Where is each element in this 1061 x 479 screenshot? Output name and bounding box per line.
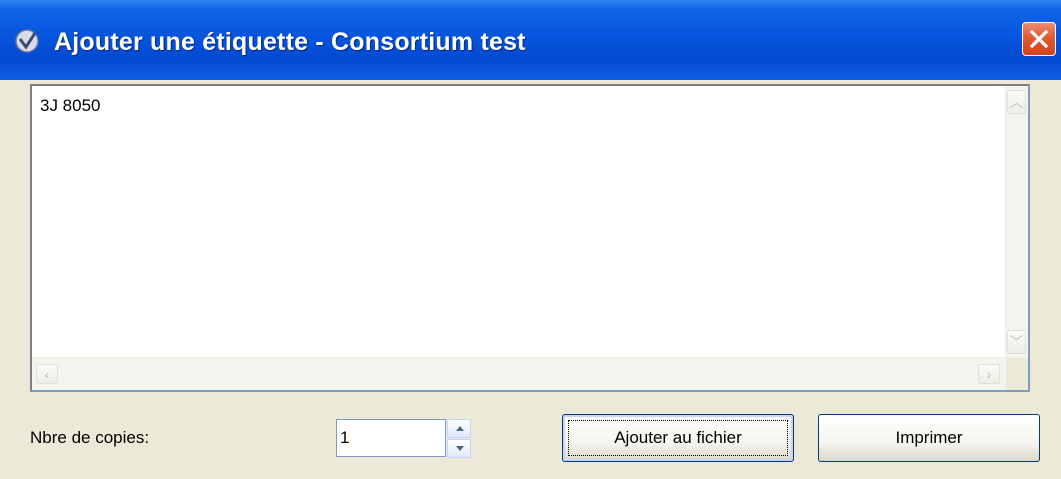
title-bar[interactable]: Ajouter une étiquette - Consortium test: [0, 0, 1061, 80]
chevron-down-icon: ﹀: [1009, 334, 1024, 350]
close-button[interactable]: [1022, 22, 1056, 56]
label-text-area[interactable]: 3J 8050 ︿ ﹀ ‹ ›: [30, 84, 1030, 392]
print-button[interactable]: Imprimer: [818, 414, 1040, 462]
app-check-icon: [15, 29, 39, 53]
vertical-scrollbar[interactable]: ︿ ﹀: [1005, 86, 1028, 358]
print-label: Imprimer: [895, 428, 963, 447]
copies-decrement-button[interactable]: [447, 439, 471, 458]
scroll-left-button[interactable]: ‹: [36, 364, 58, 384]
label-text: 3J 8050: [40, 96, 101, 115]
horizontal-scrollbar[interactable]: ‹ ›: [32, 357, 1006, 390]
scroll-right-button[interactable]: ›: [978, 364, 1000, 384]
dialog-window: Ajouter une étiquette - Consortium test …: [0, 0, 1061, 479]
arrow-up-icon: [456, 426, 464, 431]
add-to-file-button[interactable]: Ajouter au fichier: [562, 414, 794, 462]
window-title: Ajouter une étiquette - Consortium test: [54, 28, 526, 56]
chevron-right-icon: ›: [986, 366, 992, 382]
chevron-left-icon: ‹: [44, 366, 50, 382]
close-icon: [1029, 29, 1049, 49]
add-to-file-label: Ajouter au fichier: [614, 428, 742, 447]
scroll-up-button[interactable]: ︿: [1007, 90, 1026, 114]
copies-input[interactable]: [336, 419, 446, 457]
copies-label: Nbre de copies:: [30, 428, 150, 447]
scroll-corner: [1006, 358, 1028, 390]
chevron-up-icon: ︿: [1009, 94, 1024, 110]
copies-increment-button[interactable]: [447, 419, 471, 438]
arrow-down-icon: [456, 446, 464, 451]
scroll-down-button[interactable]: ﹀: [1007, 330, 1026, 354]
